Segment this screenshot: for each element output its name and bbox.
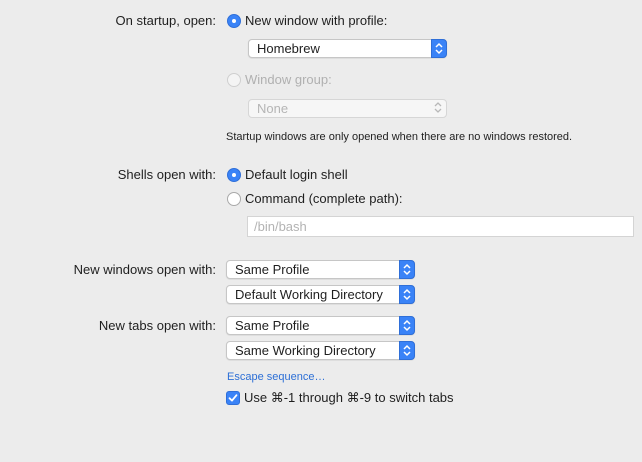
startup-label: On startup, open: [115, 13, 216, 28]
escape-sequence-link[interactable]: Escape sequence… [227, 370, 325, 384]
up-down-chevron-icon [399, 285, 415, 304]
startup-profile-select[interactable]: Homebrew [248, 39, 447, 58]
up-down-chevron-icon [431, 39, 447, 58]
window-group-select[interactable]: None [248, 99, 447, 118]
new-windows-directory-select[interactable]: Default Working Directory [226, 285, 415, 304]
new-windows-directory-value: Default Working Directory [235, 287, 383, 302]
checkmark-icon [228, 394, 238, 402]
radio-new-window-label[interactable]: New window with profile: [245, 13, 387, 29]
new-windows-profile-value: Same Profile [235, 262, 310, 277]
up-down-chevron-icon [431, 99, 447, 118]
radio-new-window[interactable] [227, 14, 241, 28]
command-path-field[interactable] [247, 216, 634, 237]
up-down-chevron-icon [399, 260, 415, 279]
new-tabs-profile-value: Same Profile [235, 318, 310, 333]
startup-profile-select-value: Homebrew [257, 41, 320, 56]
new-windows-label: New windows open with: [73, 262, 216, 277]
radio-default-shell[interactable] [227, 168, 241, 182]
up-down-chevron-icon [399, 316, 415, 335]
window-group-select-value: None [257, 101, 289, 116]
new-tabs-directory-select[interactable]: Same Working Directory [226, 341, 415, 360]
radio-default-shell-label[interactable]: Default login shell [245, 167, 348, 183]
new-tabs-label: New tabs open with: [98, 318, 216, 333]
switch-tabs-label[interactable]: Use ⌘-1 through ⌘-9 to switch tabs [244, 390, 454, 406]
radio-window-group-label[interactable]: Window group: [245, 72, 332, 88]
new-tabs-directory-value: Same Working Directory [235, 343, 376, 358]
radio-command-label[interactable]: Command (complete path): [245, 191, 403, 207]
startup-note: Startup windows are only opened when the… [226, 131, 573, 143]
up-down-chevron-icon [399, 341, 415, 360]
radio-command[interactable] [227, 192, 241, 206]
shells-label: Shells open with: [117, 167, 216, 182]
new-tabs-profile-select[interactable]: Same Profile [226, 316, 415, 335]
command-path-input[interactable] [248, 217, 633, 236]
new-windows-profile-select[interactable]: Same Profile [226, 260, 415, 279]
switch-tabs-checkbox[interactable] [226, 391, 240, 405]
radio-window-group[interactable] [227, 73, 241, 87]
